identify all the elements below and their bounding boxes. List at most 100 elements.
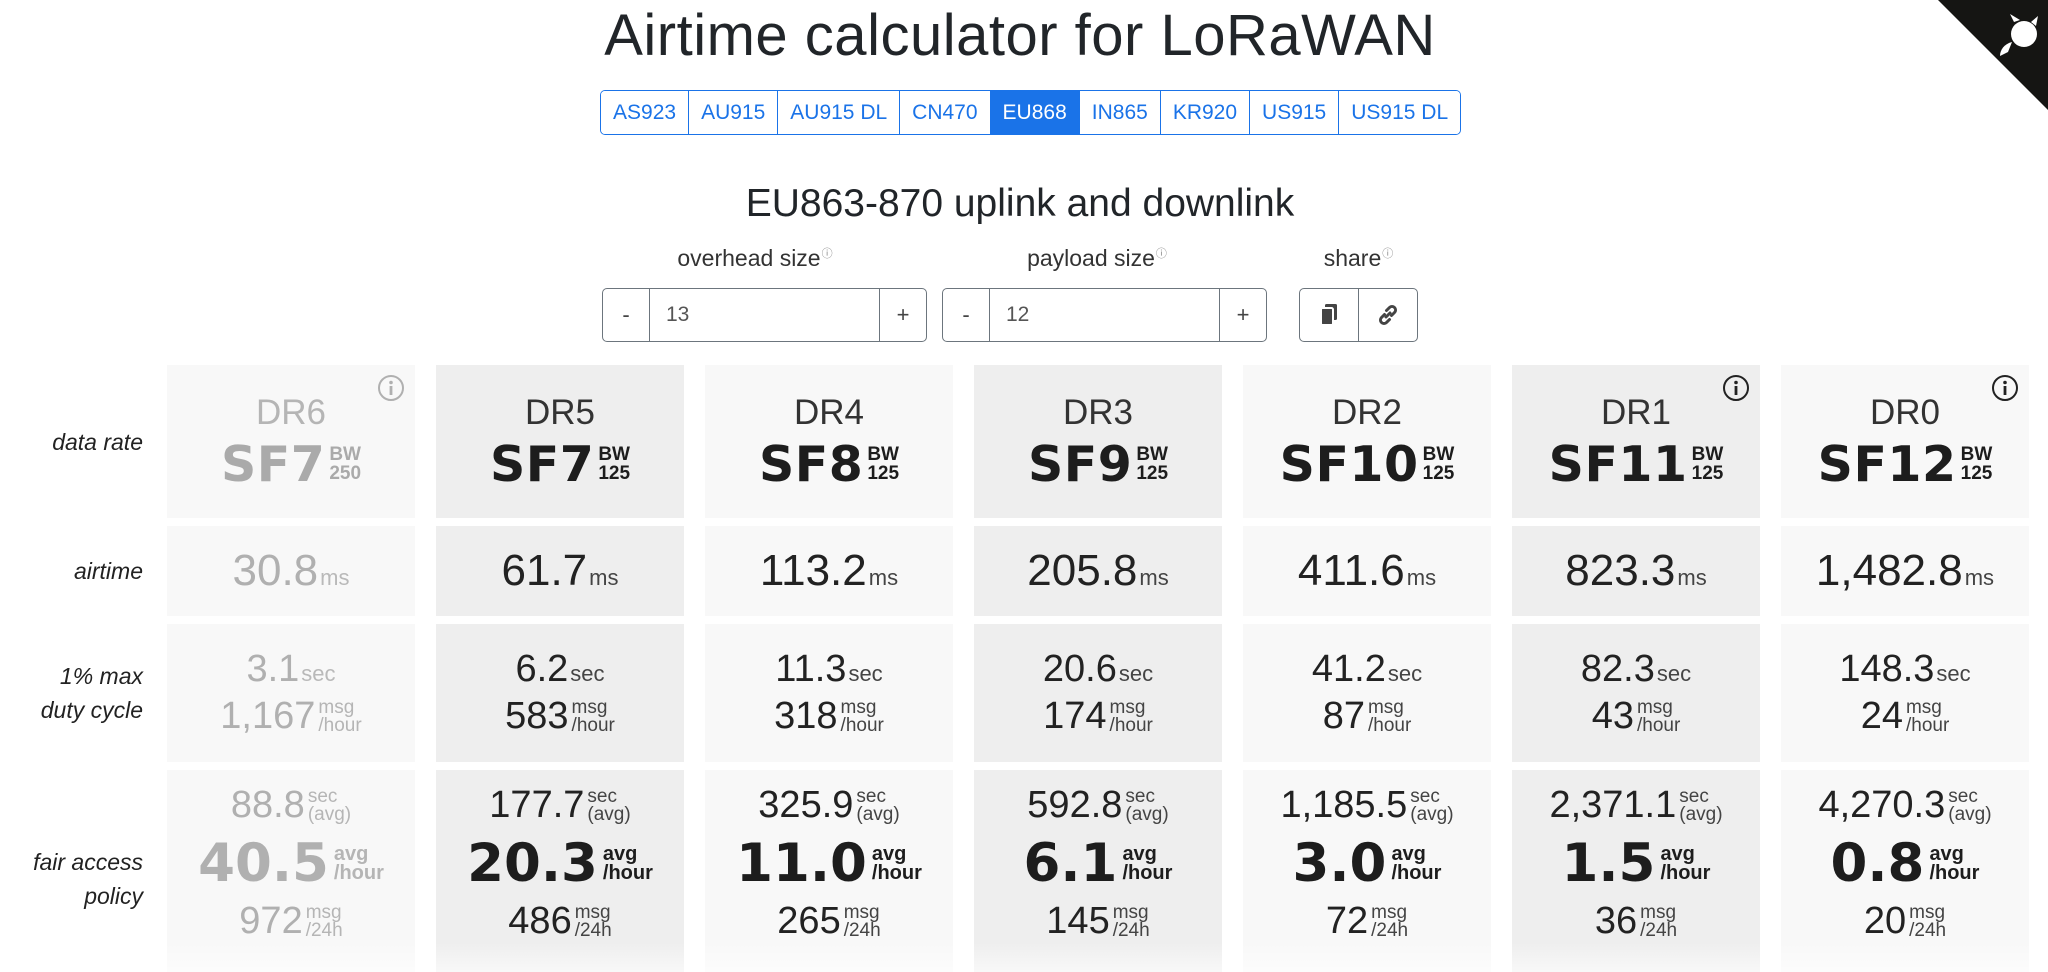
fair-access-cell: 2,371.1 sec (avg) 1.5 avg/hour 36 msg/24h bbox=[1512, 770, 1760, 972]
spreading-factor: SF11 bbox=[1548, 435, 1688, 493]
fair-messages: 972 bbox=[239, 900, 303, 942]
region-tab-in865[interactable]: IN865 bbox=[1079, 91, 1161, 134]
airtime-value-row: 1,482.8 ms bbox=[1816, 546, 1994, 596]
sec-label: sec bbox=[1948, 785, 1978, 807]
per-hour-label: /hour bbox=[1929, 861, 1980, 884]
duty-seconds: 82.3 bbox=[1580, 648, 1655, 690]
region-tab-us915-dl[interactable]: US915 DL bbox=[1339, 91, 1461, 134]
page-title: Airtime calculator for LoRaWAN bbox=[604, 3, 1436, 68]
avg-paren-label: (avg) bbox=[587, 803, 631, 825]
payload-info-icon[interactable]: ⓘ bbox=[1156, 248, 1167, 260]
duty-seconds: 148.3 bbox=[1839, 648, 1935, 690]
region-tab-us915[interactable]: US915 bbox=[1250, 91, 1340, 134]
duty-sec-unit: sec bbox=[1936, 661, 1971, 686]
fair-avg-row: 0.8 avg/hour bbox=[1831, 833, 1980, 894]
airtime-unit: ms bbox=[1139, 565, 1169, 590]
fair-msg-row: 72 msg/24h bbox=[1326, 900, 1408, 943]
duty-sec-row: 20.6 sec bbox=[1043, 648, 1153, 691]
payload-decrement-button[interactable]: - bbox=[943, 289, 990, 341]
share-label: shareⓘ bbox=[1323, 245, 1394, 271]
fair-avg-row: 40.5 avg/hour bbox=[198, 833, 384, 894]
fair-sec-unit: sec (avg) bbox=[1125, 787, 1169, 825]
msg-label: msg bbox=[1909, 901, 1946, 923]
duty-messages: 1,167 bbox=[220, 695, 316, 737]
fair-messages: 145 bbox=[1046, 900, 1110, 942]
overhead-info-icon[interactable]: ⓘ bbox=[822, 248, 833, 260]
data-rate-name: DR0 bbox=[1869, 392, 1941, 432]
avg-label: avg bbox=[871, 842, 907, 865]
fair-seconds: 2,371.1 bbox=[1549, 784, 1677, 826]
bandwidth-label: BW bbox=[598, 444, 630, 465]
bottom-fade bbox=[167, 942, 415, 972]
fair-avg-unit: avg/hour bbox=[602, 842, 653, 883]
fair-seconds: 592.8 bbox=[1027, 784, 1123, 826]
info-icon[interactable] bbox=[1991, 374, 2019, 402]
info-icon[interactable] bbox=[377, 374, 405, 402]
region-tab-eu868[interactable]: EU868 bbox=[990, 91, 1080, 134]
airtime-unit: ms bbox=[1677, 565, 1707, 590]
msg-label: msg bbox=[1109, 696, 1146, 718]
duty-seconds: 3.1 bbox=[246, 648, 300, 690]
overhead-size-input[interactable]: 13 bbox=[650, 289, 879, 341]
airtime-cell: 823.3 ms bbox=[1512, 526, 1760, 616]
fair-access-cell: 4,270.3 sec (avg) 0.8 avg/hour 20 msg/24h bbox=[1781, 770, 2029, 972]
github-octocat-icon[interactable] bbox=[1938, 0, 2048, 110]
fair-msg-row: 265 msg/24h bbox=[777, 900, 880, 943]
fair-sec-unit: sec (avg) bbox=[308, 787, 351, 824]
region-tab-cn470[interactable]: CN470 bbox=[900, 91, 991, 134]
avg-label: avg bbox=[1122, 842, 1157, 865]
overhead-size-stepper: - 13 + bbox=[602, 288, 927, 342]
fair-avg-per-hour: 0.8 bbox=[1830, 833, 1925, 894]
region-tab-kr920[interactable]: KR920 bbox=[1160, 91, 1251, 134]
fair-avg-unit: avg/hour bbox=[871, 842, 922, 883]
duty-sec-unit: sec bbox=[848, 661, 883, 686]
fair-messages: 20 bbox=[1863, 900, 1907, 942]
duty-messages: 43 bbox=[1591, 695, 1634, 737]
copy-button[interactable] bbox=[1300, 289, 1359, 341]
duty-messages: 174 bbox=[1043, 695, 1107, 737]
avg-label: avg bbox=[602, 842, 638, 865]
duty-messages: 583 bbox=[505, 695, 569, 737]
avg-label: avg bbox=[1929, 842, 1964, 865]
per-hour-label: /hour bbox=[1660, 861, 1711, 884]
msg-label: msg bbox=[840, 696, 877, 718]
fair-msg-row: 145 msg/24h bbox=[1046, 900, 1149, 943]
msg-label: msg bbox=[305, 901, 342, 923]
avg-paren-label: (avg) bbox=[1948, 803, 1992, 825]
fair-avg-per-hour: 20.3 bbox=[467, 833, 598, 894]
payload-increment-button[interactable]: + bbox=[1219, 289, 1266, 341]
fair-sec-row: 4,270.3 sec (avg) bbox=[1818, 784, 1991, 827]
msg-label: msg bbox=[574, 901, 611, 923]
per-hour-label: /hour bbox=[318, 714, 362, 736]
fair-sec-unit: sec (avg) bbox=[856, 787, 899, 824]
duty-cycle-cell: 3.1 sec 1,167 msg/hour bbox=[167, 624, 415, 762]
overhead-increment-button[interactable]: + bbox=[879, 289, 926, 341]
msg-label: msg bbox=[1640, 901, 1677, 923]
permalink-button[interactable] bbox=[1359, 289, 1417, 341]
duty-seconds: 20.6 bbox=[1042, 648, 1117, 690]
spreading-factor: SF7 bbox=[220, 435, 326, 493]
fair-access-cell: 88.8 sec (avg) 40.5 avg/hour 972 msg/24h bbox=[167, 770, 415, 972]
fair-seconds: 1,185.5 bbox=[1280, 784, 1408, 826]
msg-label: msg bbox=[318, 696, 355, 718]
bandwidth-label: BW bbox=[1960, 444, 1993, 465]
region-tab-as923[interactable]: AS923 bbox=[601, 91, 690, 134]
region-tab-au915[interactable]: AU915 bbox=[689, 91, 779, 134]
payload-size-input[interactable]: 12 bbox=[990, 289, 1219, 341]
duty-msg-row: 87 msg/hour bbox=[1323, 695, 1412, 738]
fair-sec-unit: sec (avg) bbox=[1679, 787, 1722, 824]
fair-msg-unit: msg/24h bbox=[305, 901, 343, 940]
avg-paren-label: (avg) bbox=[1125, 803, 1169, 825]
duty-msg-row: 1,167 msg/hour bbox=[220, 695, 361, 738]
info-icon[interactable] bbox=[1722, 374, 1750, 402]
bandwidth: BW 125 bbox=[1423, 445, 1455, 483]
spreading-factor-row: SF9 BW 125 bbox=[1028, 436, 1168, 493]
airtime-value-row: 113.2 ms bbox=[760, 546, 898, 596]
airtime-value-row: 30.8 ms bbox=[233, 546, 350, 596]
overhead-decrement-button[interactable]: - bbox=[603, 289, 650, 341]
share-info-icon[interactable]: ⓘ bbox=[1382, 248, 1393, 260]
duty-msg-unit: msg/hour bbox=[1637, 698, 1680, 735]
region-tab-au915-dl[interactable]: AU915 DL bbox=[778, 91, 901, 134]
region-selector: AS923 AU915 AU915 DL CN470 EU868 IN865 KR920 US… bbox=[600, 90, 1462, 135]
per-24h-label: /24h bbox=[843, 919, 881, 941]
